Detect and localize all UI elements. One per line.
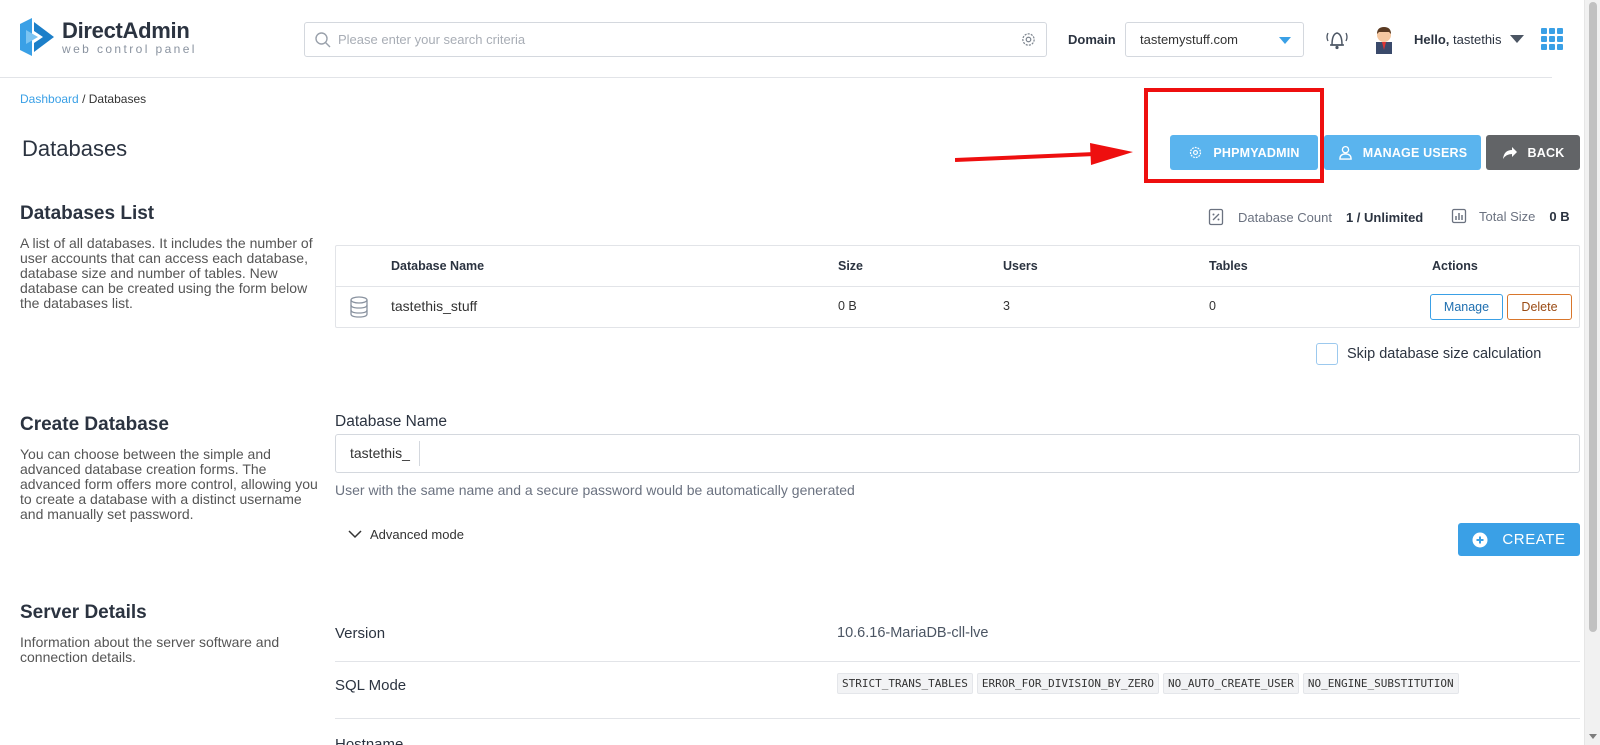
username: tastethis [1453,32,1502,47]
skip-size-label[interactable]: Skip database size calculation [1347,346,1541,362]
breadcrumb: Dashboard / Databases [20,92,146,106]
greeting-prefix: Hello, [1414,32,1450,47]
version-row: Version 10.6.16-MariaDB-cll-lve [335,610,1580,662]
advanced-mode-label: Advanced mode [370,527,464,542]
user-menu-caret-icon[interactable] [1510,35,1524,43]
notification-bell-icon[interactable] [1323,26,1351,52]
databases-list-title: Databases List [20,203,155,224]
column-header-actions: Actions [1432,259,1478,273]
column-header-database-name[interactable]: Database Name [391,259,484,273]
database-icon [350,296,368,318]
database-count-stat: Database Count 1 / Unlimited [1208,208,1423,226]
search-input[interactable] [338,32,1020,47]
apps-grid-icon[interactable] [1541,28,1563,50]
search-icon [315,31,331,47]
create-database-description: You can choose between the simple and ad… [20,446,318,522]
hostname-row: Hostname [335,719,1580,745]
logo-mark-icon [20,18,54,56]
sql-mode-tag: NO_ENGINE_SUBSTITUTION [1302,673,1459,694]
create-database-title: Create Database [20,414,169,435]
manage-users-label: MANAGE USERS [1362,145,1468,160]
user-greeting[interactable]: Hello, tastethis [1414,32,1501,47]
version-value: 10.6.16-MariaDB-cll-lve [837,625,989,641]
search-settings-icon[interactable] [1020,31,1037,48]
page-scrollbar[interactable] [1584,0,1600,745]
database-name-prefix: tastethis_ [336,441,420,466]
database-size-cell: 0 B [838,299,857,313]
advanced-mode-toggle[interactable]: Advanced mode [348,527,464,542]
version-label: Version [335,625,386,642]
databases-table: Database Name Size Users Tables Actions … [335,245,1580,328]
scroll-down-arrow-icon[interactable] [1589,734,1597,739]
breadcrumb-current: Databases [88,92,147,106]
database-name-cell[interactable]: tastethis_stuff [391,298,477,314]
logo-name: DirectAdmin [62,17,190,43]
manage-users-button[interactable]: MANAGE USERS [1324,135,1481,170]
manage-database-button[interactable]: Manage [1430,294,1503,320]
hostname-label: Hostname [335,736,404,745]
total-size-label: Total Size [1479,208,1536,224]
user-icon [1338,145,1352,160]
create-database-button[interactable]: CREATE [1458,523,1580,556]
sql-mode-label: SQL Mode [335,677,407,694]
domain-value: tastemystuff.com [1140,32,1239,47]
domain-label: Domain [1068,32,1116,47]
directadmin-logo[interactable]: DirectAdmin web control panel [18,16,197,58]
chevron-down-icon [348,530,362,539]
sql-mode-tag: NO_AUTO_CREATE_USER [1163,673,1299,694]
scrollbar-thumb[interactable] [1589,2,1597,632]
column-header-users[interactable]: Users [1003,259,1038,273]
skip-size-checkbox[interactable] [1316,343,1338,365]
user-avatar[interactable] [1370,24,1398,54]
table-header-row: Database Name Size Users Tables Actions [336,246,1579,287]
database-name-field: tastethis_ [335,434,1580,473]
top-header: DirectAdmin web control panel Domain tas… [0,0,1563,78]
total-size-stat: Total Size 0 B [1451,208,1570,224]
databases-list-description: A list of all databases. It includes the… [20,235,313,311]
share-arrow-icon [1502,146,1517,159]
breadcrumb-separator: / [82,92,86,106]
server-details-title: Server Details [20,602,147,623]
chevron-down-icon [1279,37,1291,44]
database-count-label: Database Count [1238,209,1332,225]
sql-mode-tag: STRICT_TRANS_TABLES [837,673,973,694]
database-name-hint: User with the same name and a secure pas… [335,482,855,498]
column-header-tables[interactable]: Tables [1209,259,1248,273]
back-button[interactable]: BACK [1486,135,1580,170]
back-label: BACK [1527,145,1565,160]
create-label: CREATE [1502,531,1566,548]
highlight-box [1144,88,1324,183]
database-count-icon [1208,208,1224,226]
database-tables-cell: 0 [1209,299,1216,313]
sql-mode-row: SQL Mode STRICT_TRANS_TABLES ERROR_FOR_DI… [335,662,1580,719]
search-box [304,22,1047,57]
page-title: Databases [22,136,128,161]
sql-mode-tag: ERROR_FOR_DIVISION_BY_ZERO [976,673,1160,694]
sql-mode-values: STRICT_TRANS_TABLES ERROR_FOR_DIVISION_BY… [837,673,1463,694]
domain-select[interactable]: tastemystuff.com [1125,22,1304,57]
database-users-cell: 3 [1003,299,1010,313]
delete-database-button[interactable]: Delete [1507,294,1572,320]
column-header-size[interactable]: Size [838,259,863,273]
annotation-arrow-icon [955,143,1133,165]
total-size-icon [1451,208,1467,224]
database-count-value: 1 / Unlimited [1345,209,1424,225]
plus-circle-icon [1472,532,1488,547]
database-name-label: Database Name [335,413,448,430]
total-size-value: 0 B [1549,208,1570,224]
server-details-description: Information about the server software an… [20,634,280,665]
breadcrumb-dashboard-link[interactable]: Dashboard [20,92,79,106]
database-name-input[interactable] [425,435,1579,472]
logo-subtitle: web control panel [62,41,197,56]
